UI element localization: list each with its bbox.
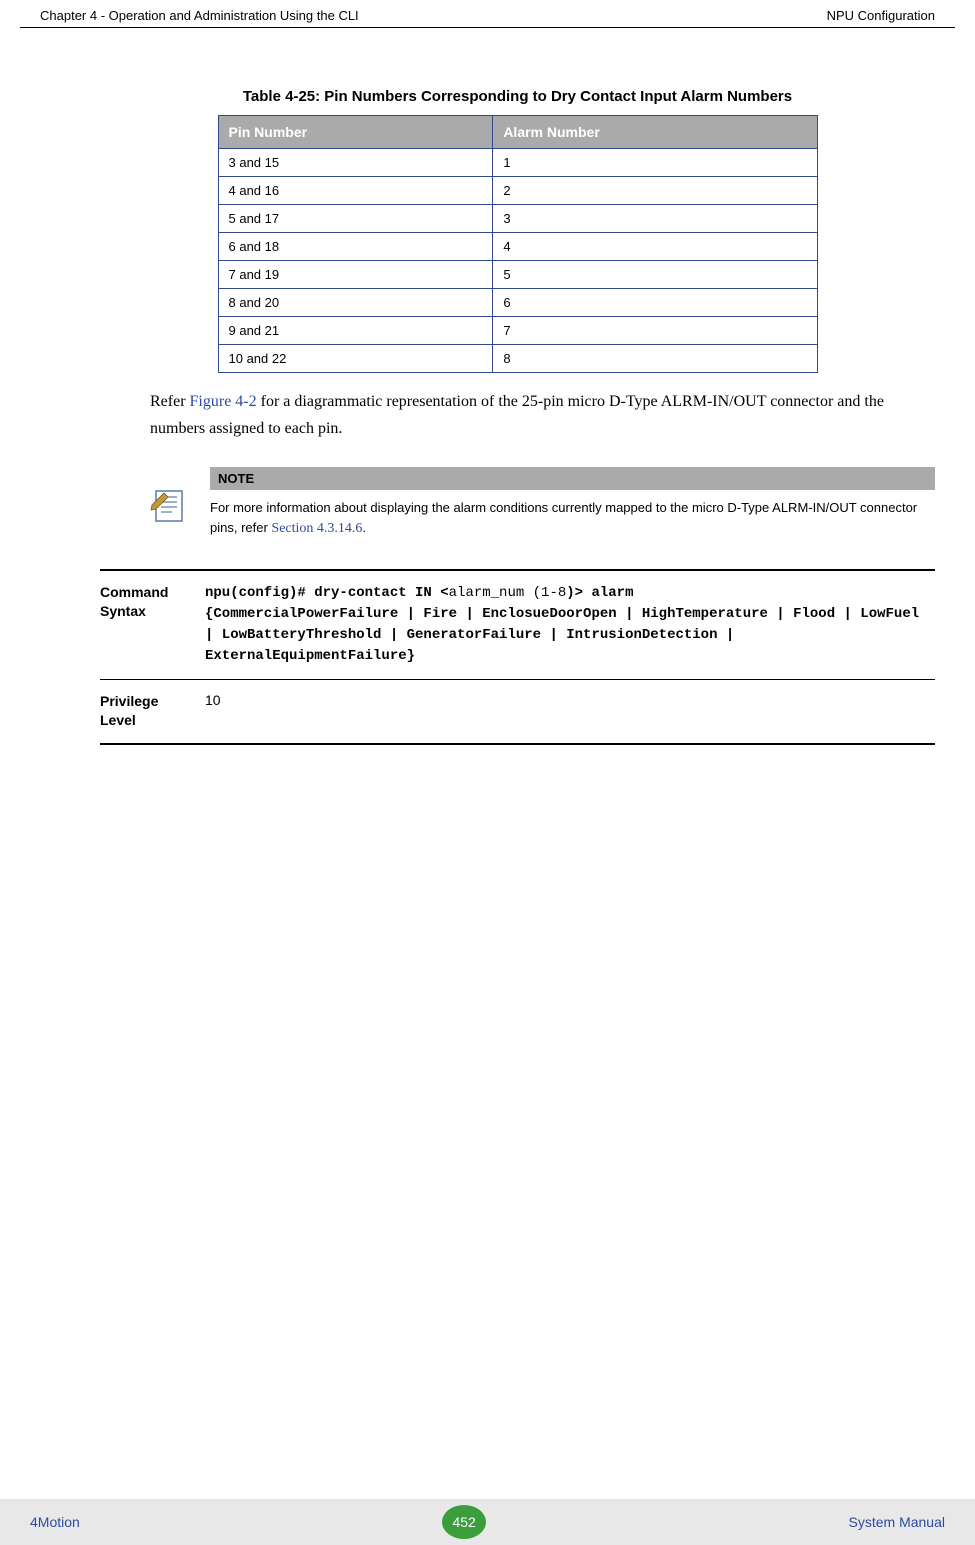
note-icon	[150, 487, 190, 527]
note-icon-wrap	[150, 467, 195, 539]
pin-cell: 7 and 19	[218, 261, 493, 289]
alarm-cell: 3	[493, 205, 817, 233]
note-box: NOTE For more information about displayi…	[150, 467, 935, 539]
table-row: 3 and 151	[218, 149, 817, 177]
privilege-block: Privilege Level 10	[100, 680, 935, 745]
table-row: 8 and 206	[218, 289, 817, 317]
content: Table 4-25: Pin Numbers Corresponding to…	[0, 28, 975, 745]
privilege-label: Privilege Level	[100, 692, 185, 731]
cmd-bold1: npu(config)# dry-contact IN <	[205, 585, 449, 601]
pin-cell: 3 and 15	[218, 149, 493, 177]
alarm-cell: 1	[493, 149, 817, 177]
page-footer: 4Motion 452 System Manual	[0, 1499, 975, 1545]
header-right: NPU Configuration	[827, 8, 935, 23]
pin-cell: 8 and 20	[218, 289, 493, 317]
section-link[interactable]: Section 4.3.14.6	[271, 521, 362, 536]
table-row: 6 and 184	[218, 233, 817, 261]
page-number-badge: 452	[442, 1505, 486, 1539]
pin-cell: 6 and 18	[218, 233, 493, 261]
table-row: 4 and 162	[218, 177, 817, 205]
alarm-cell: 8	[493, 345, 817, 373]
command-label: Command Syntax	[100, 583, 185, 667]
cmd-bold2: )> alarm	[566, 585, 633, 601]
alarm-cell: 6	[493, 289, 817, 317]
header-left: Chapter 4 - Operation and Administration…	[40, 8, 359, 23]
pin-cell: 4 and 16	[218, 177, 493, 205]
note-text-post: .	[362, 520, 366, 535]
table-header-row: Pin Number Alarm Number	[218, 116, 817, 149]
col-pin-header: Pin Number	[218, 116, 493, 149]
cmd-plain: alarm_num (1-8	[449, 585, 567, 601]
alarm-cell: 5	[493, 261, 817, 289]
command-text: npu(config)# dry-contact IN <alarm_num (…	[205, 583, 935, 667]
col-alarm-header: Alarm Number	[493, 116, 817, 149]
note-text: For more information about displaying th…	[210, 490, 935, 539]
alarm-cell: 4	[493, 233, 817, 261]
privilege-value: 10	[205, 692, 221, 731]
table-row: 5 and 173	[218, 205, 817, 233]
figure-link[interactable]: Figure 4-2	[190, 393, 257, 410]
table-row: 9 and 217	[218, 317, 817, 345]
footer-right: System Manual	[849, 1514, 945, 1530]
para-post: for a diagrammatic representation of the…	[150, 393, 884, 437]
pin-cell: 5 and 17	[218, 205, 493, 233]
table-title: Table 4-25: Pin Numbers Corresponding to…	[100, 88, 935, 105]
body-paragraph: Refer Figure 4-2 for a diagrammatic repr…	[150, 388, 935, 442]
note-header: NOTE	[210, 467, 935, 490]
alarm-cell: 2	[493, 177, 817, 205]
alarm-cell: 7	[493, 317, 817, 345]
table-row: 7 and 195	[218, 261, 817, 289]
para-pre: Refer	[150, 393, 190, 410]
pin-cell: 10 and 22	[218, 345, 493, 373]
command-syntax-block: Command Syntax npu(config)# dry-contact …	[100, 569, 935, 680]
pin-cell: 9 and 21	[218, 317, 493, 345]
note-content: NOTE For more information about displayi…	[210, 467, 935, 539]
table-row: 10 and 228	[218, 345, 817, 373]
footer-left: 4Motion	[30, 1514, 80, 1530]
pin-alarm-table: Pin Number Alarm Number 3 and 151 4 and …	[218, 115, 818, 373]
cmd-body: {CommercialPowerFailure | Fire | Enclosu…	[205, 606, 928, 664]
page-header: Chapter 4 - Operation and Administration…	[20, 0, 955, 28]
